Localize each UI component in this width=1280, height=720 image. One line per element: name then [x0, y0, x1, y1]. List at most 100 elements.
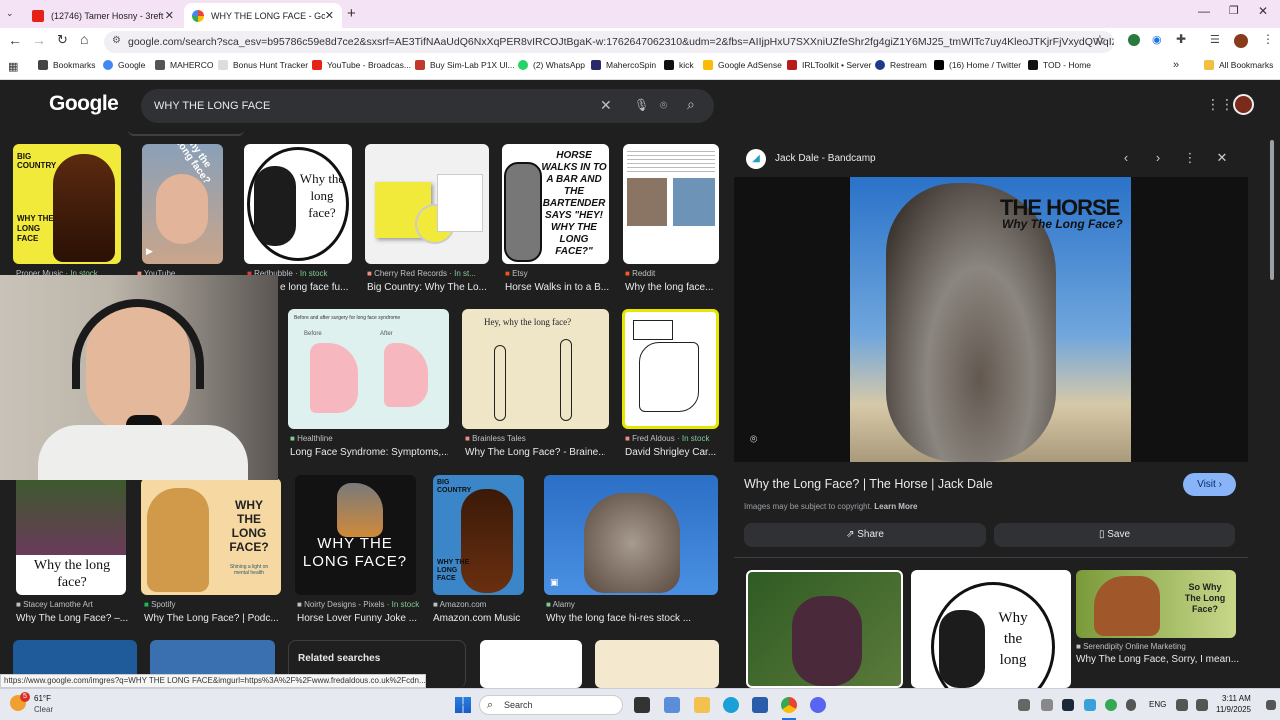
mic-icon[interactable]: 🎙	[634, 98, 649, 112]
close-panel-icon[interactable]: ✕	[1214, 150, 1230, 166]
tab-search-icon[interactable]: ⌄	[6, 8, 18, 20]
bookmark-item[interactable]: Restream	[875, 60, 927, 70]
result-title[interactable]: Why The Long Face? | Podc...	[144, 613, 284, 624]
image-result[interactable]	[622, 309, 719, 429]
clock-time[interactable]: 3:11 AM	[1222, 694, 1251, 703]
source-name[interactable]: Jack Dale - Bandcamp	[775, 153, 876, 164]
tab-youtube[interactable]: (12746) Tamer Hosny - 3reft Elj ✕	[24, 3, 182, 28]
tray-icon[interactable]	[1018, 699, 1030, 711]
apps-grid-icon[interactable]: ▦	[8, 60, 18, 73]
image-result[interactable]: BIG COUNTRY WHY THE LONG FACE	[433, 475, 524, 595]
volume-icon[interactable]	[1196, 699, 1208, 711]
result-title[interactable]: Horse Walks in to a B...	[505, 282, 615, 293]
tray-icon[interactable]	[1041, 699, 1053, 711]
image-result[interactable]: why the long face? ▶	[142, 144, 223, 264]
result-title[interactable]: Horse Lover Funny Joke ...	[297, 613, 417, 624]
image-result[interactable]	[623, 144, 719, 264]
filter-chip[interactable]	[128, 122, 244, 136]
visit-button[interactable]: Visit ›	[1183, 473, 1236, 496]
extension-icon[interactable]	[1128, 34, 1140, 46]
task-view-icon[interactable]	[634, 697, 650, 713]
bookmark-item[interactable]: Google	[103, 60, 145, 70]
reload-icon[interactable]: ↻	[57, 32, 68, 48]
image-result[interactable]: ▣	[544, 475, 718, 595]
bookmark-item[interactable]: (2) WhatsApp	[518, 60, 585, 70]
address-bar[interactable]: ⚙ google.com/search?sca_esv=b95786c59e8d…	[104, 31, 1114, 53]
bookmark-item[interactable]: (16) Home / Twitter	[934, 60, 1021, 70]
chrome-icon[interactable]	[781, 697, 797, 713]
close-tab-icon[interactable]: ✕	[165, 9, 174, 22]
image-result[interactable]: WHY THE LONG FACE? Shining a light on me…	[141, 478, 281, 595]
bookmark-item[interactable]: MAHERCO	[155, 60, 213, 70]
scrollbar-track[interactable]	[1268, 130, 1276, 685]
minimize-icon[interactable]: —	[1198, 4, 1210, 18]
scrollbar-thumb[interactable]	[1270, 140, 1274, 280]
site-info-icon[interactable]: ⚙	[112, 35, 121, 46]
bookmark-item[interactable]: Bookmarks	[38, 60, 96, 70]
media-icon[interactable]: ☰	[1210, 33, 1220, 46]
account-avatar[interactable]	[1233, 94, 1254, 115]
result-title[interactable]: e long face fu...	[280, 282, 360, 293]
bookmark-item[interactable]: Google AdSense	[703, 60, 782, 70]
preview-image[interactable]: THE HORSE Why The Long Face?	[850, 177, 1131, 462]
google-apps-icon[interactable]: ⋮⋮	[1206, 96, 1234, 113]
audio-extension-icon[interactable]: ◉	[1152, 33, 1162, 46]
image-result[interactable]: BIG COUNTRY WHY THE LONG FACE	[13, 144, 121, 264]
menu-icon[interactable]: ⋮	[1262, 32, 1274, 46]
close-window-icon[interactable]: ✕	[1258, 4, 1268, 18]
share-button[interactable]: ⇗ Share	[744, 523, 986, 547]
search-icon[interactable]: ⌕	[687, 96, 695, 113]
result-title[interactable]: Big Country: Why The Lo...	[367, 282, 489, 293]
taskbar-search[interactable]: ⌕ Search	[479, 695, 623, 715]
bookmark-item[interactable]: Buy Sim-Lab P1X Ul...	[415, 60, 515, 70]
close-tab-icon[interactable]: ✕	[325, 9, 334, 22]
related-image[interactable]: So Why The Long Face?	[1076, 570, 1236, 638]
home-icon[interactable]: ⌂	[80, 31, 88, 47]
google-logo[interactable]: Google	[49, 92, 119, 116]
profile-avatar[interactable]	[1234, 34, 1248, 48]
bookmark-star-icon[interactable]: ☆	[1094, 32, 1106, 48]
bookmark-item[interactable]: TOD - Home	[1028, 60, 1091, 70]
preview-title[interactable]: Why the Long Face? | The Horse | Jack Da…	[744, 477, 993, 491]
widgets-icon[interactable]	[664, 697, 680, 713]
search-box[interactable]: WHY THE LONG FACE ✕ 🎙 ⌾ ⌕	[141, 89, 714, 123]
more-options-icon[interactable]: ⋮	[1182, 150, 1198, 166]
previous-icon[interactable]: ‹	[1118, 150, 1134, 166]
image-result[interactable]: Why the long face?	[16, 475, 126, 595]
notification-icon[interactable]	[1266, 700, 1276, 710]
bookmark-item[interactable]: YouTube - Broadcas...	[312, 60, 411, 70]
language-indicator[interactable]: ENG	[1149, 700, 1166, 709]
store-icon[interactable]	[752, 697, 768, 713]
image-result[interactable]	[480, 640, 582, 688]
learn-more-link[interactable]: Learn More	[874, 502, 917, 511]
image-result[interactable]: Hey, why the long face?	[462, 309, 609, 429]
save-button[interactable]: ▯ Save	[994, 523, 1235, 547]
result-title[interactable]: Why the long face hi-res stock ...	[546, 613, 720, 624]
image-result[interactable]	[365, 144, 489, 264]
start-icon[interactable]	[455, 697, 471, 713]
forward-icon[interactable]: →	[32, 32, 46, 48]
bookmark-item[interactable]: MahercoSpin	[591, 60, 656, 70]
restore-icon[interactable]: ❐	[1229, 4, 1239, 17]
result-title[interactable]: Why The Long Face? –...	[16, 613, 128, 624]
result-title[interactable]: Why the long face...	[625, 282, 721, 293]
search-input[interactable]: WHY THE LONG FACE	[154, 100, 270, 112]
back-icon[interactable]: ←	[8, 32, 22, 48]
all-bookmarks[interactable]: All Bookmarks	[1204, 60, 1273, 70]
tray-icon[interactable]	[1105, 699, 1117, 711]
file-explorer-icon[interactable]	[694, 697, 710, 713]
image-result[interactable]: Why the long face?	[244, 144, 352, 264]
related-image[interactable]: Why the long	[911, 570, 1071, 688]
result-title[interactable]: Why The Long Face, Sorry, I mean...	[1076, 654, 1246, 665]
image-result[interactable]: Before and after surgery for long face s…	[288, 309, 449, 429]
more-bookmarks-icon[interactable]: »	[1173, 59, 1179, 71]
image-result[interactable]	[595, 640, 719, 688]
result-title[interactable]: Amazon.com Music	[433, 613, 533, 624]
tray-icon[interactable]	[1062, 699, 1074, 711]
lens-search-icon[interactable]: ⌾	[750, 432, 757, 447]
weather-temp[interactable]: 61°F	[34, 694, 51, 703]
related-image[interactable]	[746, 570, 903, 688]
result-title[interactable]: Why The Long Face? - Braine...	[465, 447, 605, 458]
bookmark-item[interactable]: IRLToolkit • Server	[787, 60, 871, 70]
bookmark-item[interactable]: Bonus Hunt Tracker	[218, 60, 308, 70]
